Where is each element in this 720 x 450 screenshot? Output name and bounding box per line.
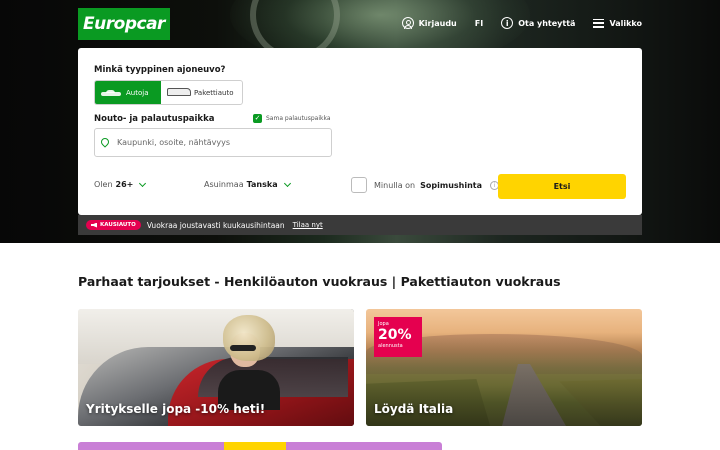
age-value: 26+	[115, 180, 134, 189]
chevron-down-icon	[139, 179, 147, 187]
top-navigation: Kirjaudu FI i Ota yhteyttä Valikko	[384, 14, 642, 32]
discount-value: 20%	[378, 327, 412, 343]
vehicle-type-cars-label: Autoja	[126, 88, 149, 97]
pickup-location-label: Nouto- ja palautuspaikka	[94, 114, 215, 124]
search-card: Minkä tyyppinen ajoneuvo? Autoja Paketti…	[78, 48, 642, 215]
offer-tile-title: Löydä Italia	[374, 402, 454, 416]
vehicle-type-vans[interactable]: Pakettiauto	[161, 81, 242, 104]
promo-badge-label: KAUSIAUTO	[100, 222, 136, 228]
next-section-banner	[78, 442, 442, 450]
checkbox-checked-icon[interactable]: ✓	[253, 114, 262, 123]
residence-prefix: Asuinmaa	[204, 180, 244, 189]
same-return-toggle[interactable]: ✓ Sama palautuspaikka	[253, 114, 331, 123]
europcar-logo[interactable]: Europcar	[78, 8, 170, 40]
pickup-location-field[interactable]	[94, 128, 332, 157]
offer-tile-italy[interactable]: Jopa 20% alennusta Löydä Italia	[366, 309, 642, 426]
menu-button[interactable]: Valikko	[593, 14, 642, 32]
residence-country-selector[interactable]: Asuinmaa Tanska	[204, 179, 291, 189]
menu-label: Valikko	[609, 18, 642, 28]
contact-label: Ota yhteyttä	[518, 18, 576, 28]
van-icon	[167, 88, 191, 97]
info-icon: i	[501, 17, 514, 29]
banner-accent	[224, 442, 286, 450]
offer-tile-title: Yritykselle jopa -10% heti!	[86, 402, 266, 416]
age-prefix: Olen	[94, 180, 113, 189]
car-icon	[101, 89, 121, 97]
sunglasses-image	[230, 345, 256, 351]
pickup-location-input[interactable]	[117, 138, 317, 147]
discount-post: alennusta	[378, 343, 403, 349]
woman-image	[218, 315, 280, 410]
vehicle-type-vans-label: Pakettiauto	[194, 88, 234, 97]
offers-title: Parhaat tarjoukset - Henkilöauton vuokra…	[78, 274, 561, 289]
user-icon	[401, 17, 414, 29]
driver-age-selector[interactable]: Olen 26+	[94, 179, 147, 189]
residence-value: Tanska	[246, 180, 278, 189]
offer-tile-business[interactable]: Yritykselle jopa -10% heti!	[78, 309, 354, 426]
language-selector[interactable]: FI	[475, 14, 483, 32]
contract-rate-option[interactable]: Minulla on Sopimushinta i	[351, 177, 499, 193]
promo-strip: KAUSIAUTO Vuokraa joustavasti kuukausihi…	[78, 215, 642, 235]
location-pin-icon	[101, 138, 109, 148]
contract-prefix: Minulla on	[374, 180, 416, 190]
promo-text: Vuokraa joustavasti kuukausihintaan	[146, 220, 285, 230]
megaphone-icon	[91, 222, 97, 228]
login-label: Kirjaudu	[418, 18, 457, 28]
vehicle-type-label: Minkä tyyppinen ajoneuvo?	[94, 65, 226, 75]
person-hair	[223, 315, 275, 361]
discount-badge: Jopa 20% alennusta	[374, 317, 422, 357]
contract-checkbox[interactable]	[351, 177, 367, 193]
vehicle-type-toggle: Autoja Pakettiauto	[94, 80, 243, 105]
contract-value: Sopimushinta	[420, 180, 482, 190]
vehicle-type-cars[interactable]: Autoja	[95, 81, 161, 104]
search-button[interactable]: Etsi	[498, 174, 626, 199]
language-label: FI	[474, 18, 484, 28]
same-return-label: Sama palautuspaikka	[266, 115, 331, 122]
promo-badge: KAUSIAUTO	[86, 220, 141, 230]
login-link[interactable]: Kirjaudu	[401, 14, 457, 32]
chevron-down-icon	[283, 179, 291, 187]
hamburger-icon	[593, 18, 605, 28]
contact-link[interactable]: i Ota yhteyttä	[501, 14, 575, 32]
promo-link[interactable]: Tilaa nyt	[293, 221, 323, 229]
